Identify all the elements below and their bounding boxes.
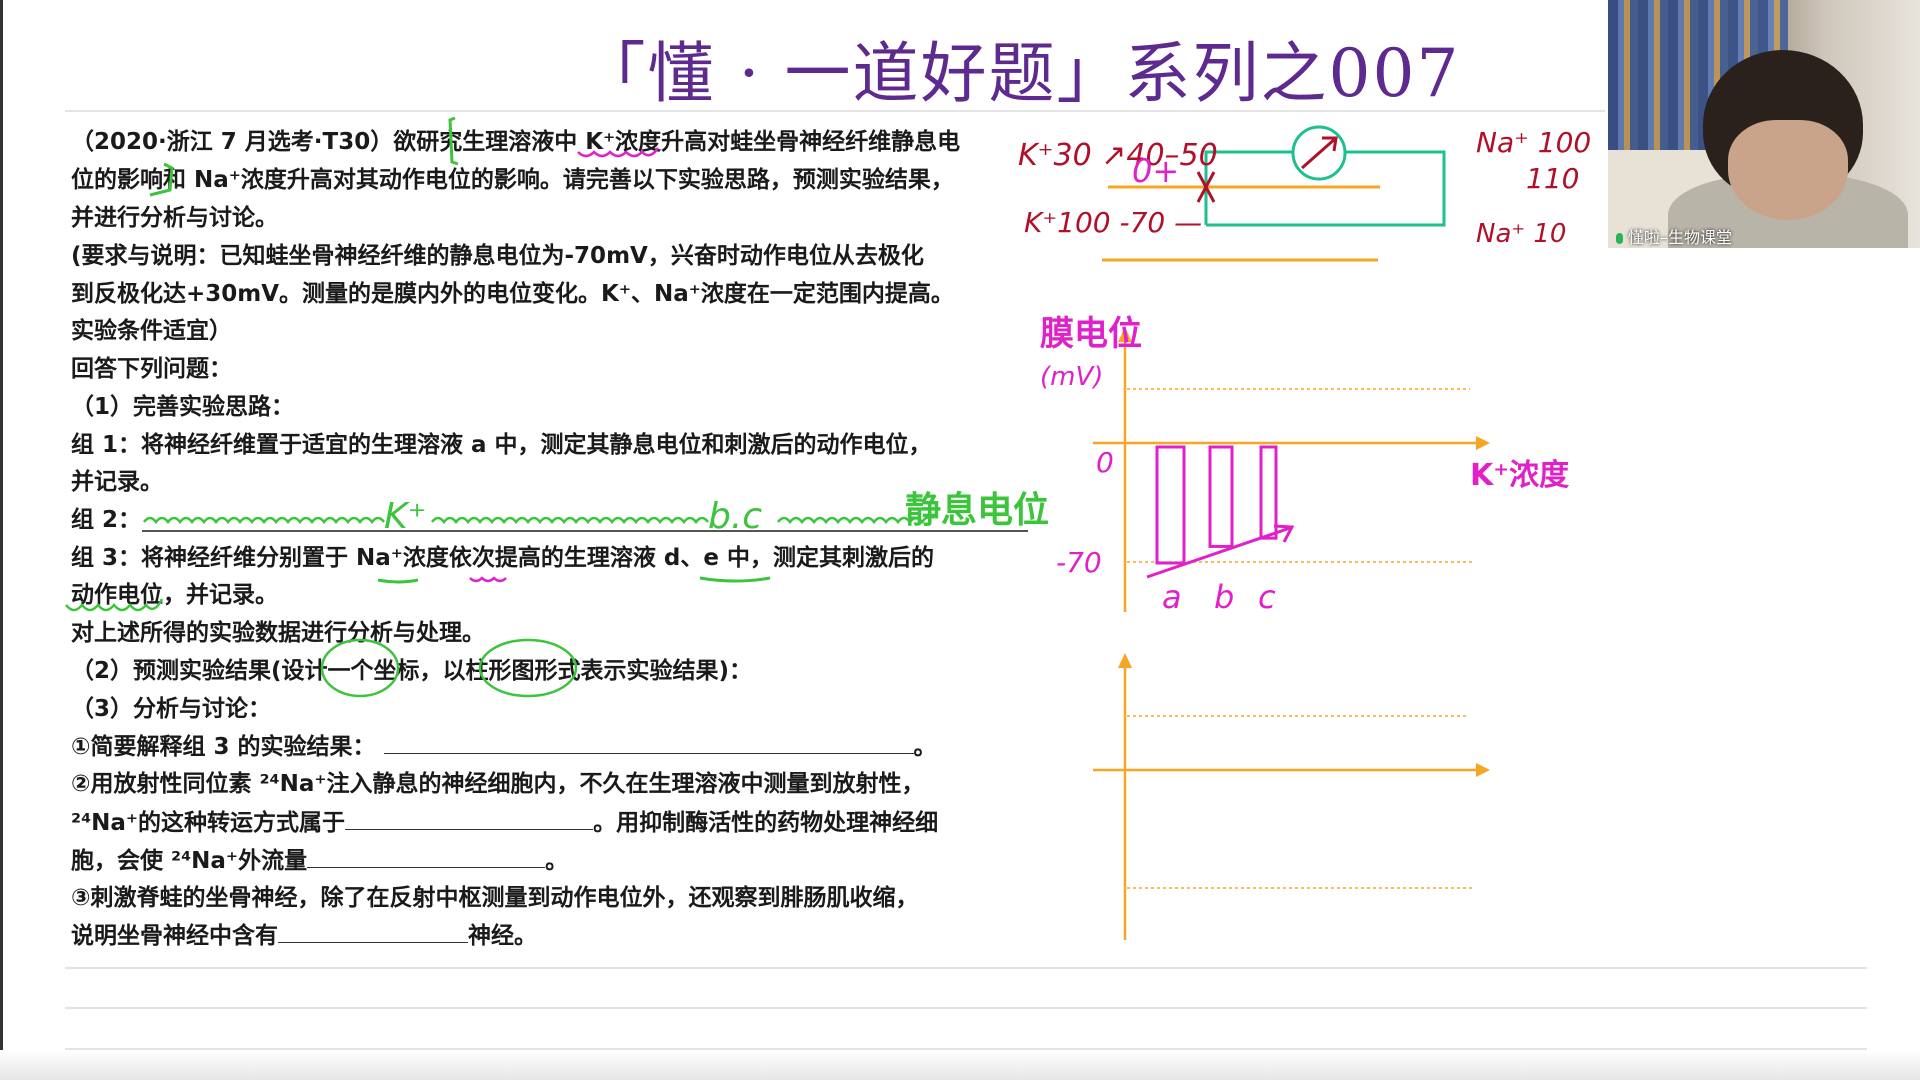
green-circle	[320, 638, 400, 698]
meter-needle-icon	[1301, 136, 1338, 170]
annotation-k: K⁺	[384, 496, 427, 537]
tick-neg70: -70	[1056, 546, 1102, 579]
y-axis-unit: (mV)	[1040, 362, 1103, 392]
green-scribble	[143, 516, 385, 525]
webcam-label: 懂啦–生物课堂	[1616, 224, 1732, 248]
bar-label-b: b	[1214, 578, 1234, 616]
annotation-resting: 静息电位	[905, 490, 1049, 531]
tick-0: 0	[1096, 446, 1114, 479]
green-circle	[478, 638, 578, 698]
annotation-na100: Na⁺ 100	[1476, 126, 1591, 159]
magenta-wave	[577, 147, 660, 158]
green-bracket	[149, 162, 174, 197]
presenter-name: 懂啦–生物课堂	[1628, 228, 1733, 247]
annotation-bc: b.c	[708, 496, 762, 537]
annotation-na10: Na⁺ 10	[1476, 219, 1566, 249]
sketch-bar-c	[1259, 445, 1278, 540]
green-scribble	[431, 516, 709, 525]
y-axis-label: 膜电位	[1040, 314, 1142, 354]
green-underline	[699, 576, 771, 583]
microphone-icon	[1616, 233, 1623, 244]
sketch-bars	[1155, 445, 1278, 565]
sketch-bar-b	[1208, 445, 1234, 548]
annotation-k30: K⁺30 ↗40–50	[1018, 138, 1218, 173]
bar-label-c: c	[1258, 578, 1276, 616]
presenter-face	[1728, 120, 1848, 220]
annotation-k100: K⁺100 -70 —	[1024, 206, 1202, 239]
x-axis-arrow-icon	[1476, 763, 1490, 777]
x-axis-label: K⁺浓度	[1470, 458, 1569, 493]
bottom-bar	[0, 1050, 1920, 1080]
bar-label-a: a	[1162, 578, 1182, 616]
x-axis-arrow-icon	[1476, 436, 1490, 450]
green-bracket	[448, 116, 459, 166]
webcam-video[interactable]: 懂啦–生物课堂	[1608, 0, 1920, 248]
annotation-110: 110	[1526, 162, 1579, 195]
green-wave	[65, 598, 164, 612]
magenta-wave	[469, 576, 507, 583]
green-underline	[377, 578, 419, 584]
trend-arrow	[1146, 524, 1295, 579]
annotation-zero-plus: 0+	[1132, 152, 1179, 190]
sketch-bar-a	[1155, 445, 1186, 565]
y-axis-arrow-icon	[1118, 653, 1132, 668]
